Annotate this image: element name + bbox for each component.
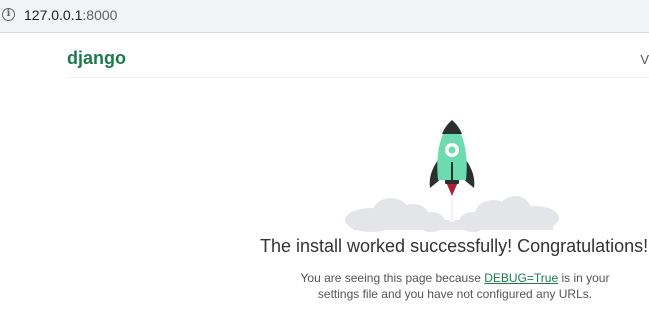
description-line-2: settings file and you have not configure…: [317, 287, 593, 301]
info-icon[interactable]: i: [2, 8, 15, 21]
description-part-2: is in your: [558, 271, 610, 285]
url-host: 127.0.0.1: [24, 7, 83, 23]
url-port: :8000: [82, 7, 118, 23]
rocket-illustration: [429, 120, 475, 222]
success-headline: The install worked successfully! Congrat…: [260, 236, 649, 256]
site-header: django V: [67, 48, 649, 78]
url-text[interactable]: 127.0.0.1:8000: [24, 7, 117, 23]
debug-true-link[interactable]: DEBUG=True: [484, 271, 558, 285]
success-description: You are seeing this page because DEBUG=T…: [270, 270, 640, 302]
description-part-1: You are seeing this page because: [300, 271, 485, 285]
django-logo[interactable]: django: [67, 48, 126, 69]
release-notes-link[interactable]: V: [640, 52, 649, 67]
address-bar[interactable]: i 127.0.0.1:8000: [0, 0, 649, 33]
